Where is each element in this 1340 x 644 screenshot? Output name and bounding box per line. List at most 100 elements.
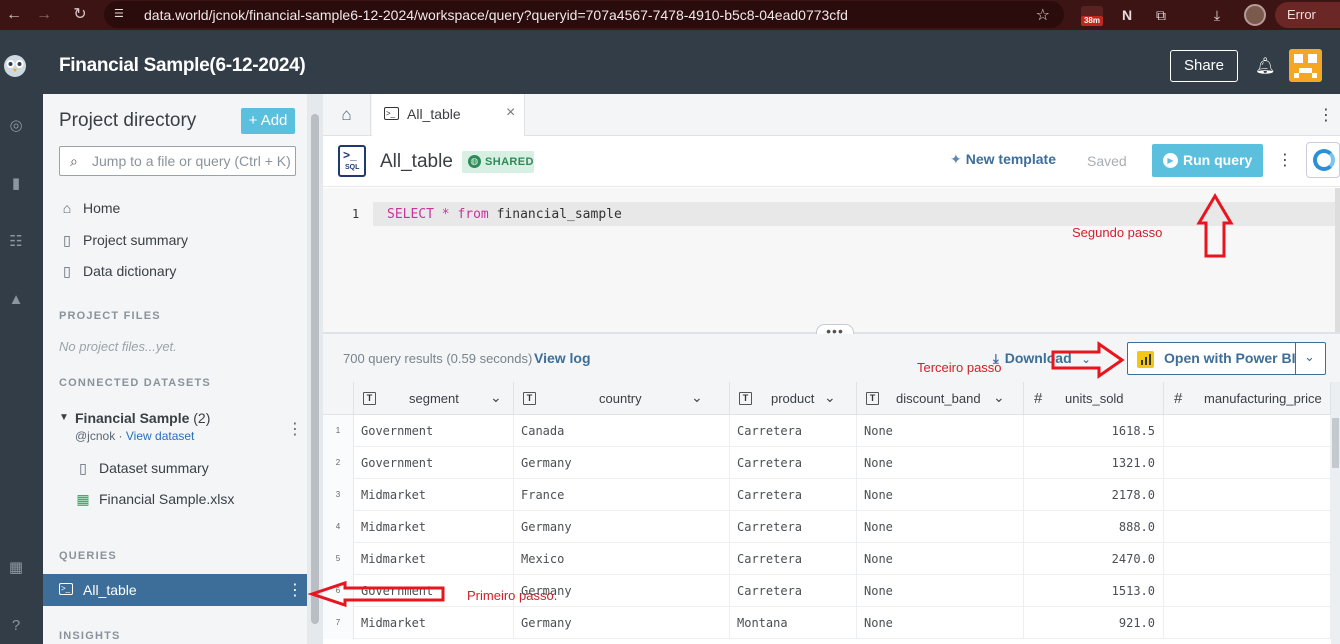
column-header-product[interactable]: Tproduct ⌄ — [730, 382, 857, 415]
cell-segment[interactable]: Midmarket — [354, 543, 514, 575]
query-title[interactable]: All_table — [380, 151, 453, 173]
url-text[interactable]: data.world/jcnok/financial-sample6-12-20… — [144, 7, 848, 23]
cell-units-sold[interactable]: 2178.0 — [1024, 479, 1164, 511]
table-row[interactable]: 4 Midmarket Germany Carretera None 888.0 — [323, 511, 1331, 543]
extension-timer-icon[interactable]: 38m — [1081, 6, 1103, 26]
data-world-owl-logo-icon[interactable] — [3, 52, 27, 78]
editor-scrollbar[interactable] — [1335, 188, 1340, 332]
cell-product[interactable]: Montana — [730, 607, 857, 639]
share-button[interactable]: Share — [1170, 50, 1238, 82]
cell-discount-band[interactable]: None — [857, 479, 1024, 511]
dataset-name[interactable]: Financial Sample (2) — [75, 410, 210, 426]
sql-editor[interactable]: 1 SELECT * from financial_sample — [323, 188, 1340, 332]
cell-segment[interactable]: Midmarket — [354, 479, 514, 511]
cell-units-sold[interactable]: 888.0 — [1024, 511, 1164, 543]
shared-status-badge[interactable]: ◍ SHARED — [462, 151, 534, 173]
column-header-discount-band[interactable]: Tdiscount_band ⌄ — [857, 382, 1024, 415]
cell-units-sold[interactable]: 1513.0 — [1024, 575, 1164, 607]
cell-product[interactable]: Carretera — [730, 479, 857, 511]
cell-units-sold[interactable]: 921.0 — [1024, 607, 1164, 639]
scrollbar-thumb[interactable] — [1332, 418, 1339, 468]
bookmark-icon[interactable]: ▮ — [8, 176, 24, 192]
download-button[interactable]: ⤓ Download ⌄ — [993, 350, 1091, 367]
table-row[interactable]: 3 Midmarket France Carretera None 2178.0 — [323, 479, 1331, 511]
dataset-more-icon[interactable]: ⋮ — [287, 419, 303, 439]
query-more-icon[interactable]: ⋮ — [287, 580, 303, 600]
sidebar-item-query-all-table[interactable]: >_ All_table ⋮ — [43, 574, 307, 606]
cell-segment[interactable]: Midmarket — [354, 511, 514, 543]
column-header-manufacturing-price[interactable]: # manufacturing_price — [1164, 382, 1331, 415]
column-header-country[interactable]: Tcountry ⌄ — [514, 382, 730, 415]
sql-code-line[interactable]: SELECT * from financial_sample — [387, 207, 622, 222]
explore-compass-icon[interactable]: ◎ — [8, 118, 24, 134]
view-dataset-link[interactable]: View dataset — [126, 429, 195, 443]
cell-discount-band[interactable]: None — [857, 607, 1024, 639]
apps-grid-icon[interactable]: ▦ — [8, 560, 24, 576]
cell-product[interactable]: Carretera — [730, 511, 857, 543]
cell-country[interactable]: Canada — [514, 415, 730, 447]
new-template-button[interactable]: ✦ New template — [950, 151, 1056, 168]
cell-product[interactable]: Carretera — [730, 415, 857, 447]
caret-down-icon[interactable]: ▼ — [59, 412, 69, 423]
forward-icon[interactable]: → — [34, 5, 54, 25]
cell-discount-band[interactable]: None — [857, 447, 1024, 479]
dataset-owner[interactable]: @jcnok — [75, 429, 115, 443]
back-icon[interactable]: ← — [4, 5, 24, 25]
tab-all-table[interactable]: >_ All_table × — [372, 94, 525, 136]
chevron-down-icon[interactable]: ⌄ — [490, 389, 502, 406]
address-bar[interactable]: ☰ data.world/jcnok/financial-sample6-12-… — [104, 1, 1064, 28]
cell-units-sold[interactable]: 1618.5 — [1024, 415, 1164, 447]
cell-manufacturing-price[interactable] — [1164, 479, 1331, 511]
reload-icon[interactable]: ↻ — [70, 5, 90, 25]
cell-segment[interactable]: Government — [354, 447, 514, 479]
cell-units-sold[interactable]: 2470.0 — [1024, 543, 1164, 575]
site-info-icon[interactable]: ☰ — [114, 7, 130, 21]
table-scrollbar[interactable] — [1331, 382, 1340, 644]
query-more-options-icon[interactable]: ⋮ — [1277, 150, 1293, 170]
checklist-icon[interactable]: ☷ — [8, 234, 24, 250]
cell-segment[interactable]: Government — [354, 415, 514, 447]
user-avatar[interactable] — [1289, 49, 1322, 82]
cell-discount-band[interactable]: None — [857, 575, 1024, 607]
notion-extension-icon[interactable]: N — [1117, 5, 1137, 25]
cell-country[interactable]: Mexico — [514, 543, 730, 575]
table-row[interactable]: 2 Government Germany Carretera None 1321.0 — [323, 447, 1331, 479]
table-row[interactable]: 7 Midmarket Germany Montana None 921.0 — [323, 607, 1331, 639]
help-icon[interactable]: ? — [8, 618, 24, 634]
scrollbar-thumb[interactable] — [311, 114, 319, 624]
cell-country[interactable]: Germany — [514, 447, 730, 479]
jump-search-input[interactable] — [92, 153, 292, 169]
cell-country[interactable]: Germany — [514, 607, 730, 639]
cell-discount-band[interactable]: None — [857, 543, 1024, 575]
cell-product[interactable]: Carretera — [730, 447, 857, 479]
sidebar-scrollbar[interactable] — [307, 94, 323, 644]
cell-units-sold[interactable]: 1321.0 — [1024, 447, 1164, 479]
cell-manufacturing-price[interactable] — [1164, 415, 1331, 447]
bookmark-star-icon[interactable]: ☆ — [1036, 5, 1050, 25]
view-log-link[interactable]: View log — [534, 350, 591, 366]
chevron-down-icon[interactable]: ⌄ — [691, 389, 703, 406]
cell-discount-band[interactable]: None — [857, 511, 1024, 543]
browser-error-pill[interactable]: Error — [1275, 2, 1340, 28]
browser-profile-avatar[interactable] — [1244, 4, 1266, 26]
column-header-segment[interactable]: Tsegment ⌄ — [354, 382, 514, 415]
open-with-power-bi-button[interactable]: Open with Power BI ⌄ — [1127, 342, 1326, 375]
floating-extension-icon[interactable] — [1306, 142, 1340, 178]
cell-segment[interactable]: Midmarket — [354, 607, 514, 639]
chevron-down-icon[interactable]: ⌄ — [1304, 349, 1315, 365]
table-row[interactable]: 1 Government Canada Carretera None 1618.5 — [323, 415, 1331, 447]
run-query-button[interactable]: ▶ Run query — [1152, 144, 1263, 177]
chevron-down-icon[interactable]: ⌄ — [993, 389, 1005, 406]
column-header-units-sold[interactable]: # units_sold — [1024, 382, 1164, 415]
add-button[interactable]: + Add — [241, 108, 295, 134]
cell-manufacturing-price[interactable] — [1164, 511, 1331, 543]
jump-search-field[interactable]: ⌕ — [59, 146, 296, 176]
cell-discount-band[interactable]: None — [857, 415, 1024, 447]
cell-country[interactable]: France — [514, 479, 730, 511]
cell-product[interactable]: Carretera — [730, 575, 857, 607]
table-row[interactable]: 5 Midmarket Mexico Carretera None 2470.0 — [323, 543, 1331, 575]
downloads-icon[interactable]: ⤓ — [1207, 5, 1227, 25]
tab-bar-more-icon[interactable]: ⋮ — [1318, 105, 1334, 125]
cell-manufacturing-price[interactable] — [1164, 607, 1331, 639]
home-tab-icon[interactable]: ⌂ — [323, 94, 371, 136]
